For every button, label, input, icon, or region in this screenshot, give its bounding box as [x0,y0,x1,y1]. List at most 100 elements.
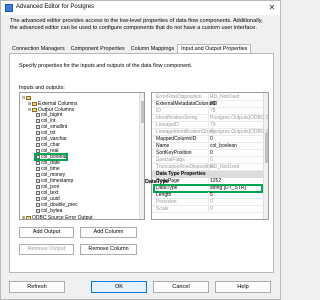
column-icon [36,178,40,183]
property-separator [208,94,209,101]
property-name: IdentificationString [156,115,198,121]
column-icon [36,112,40,117]
tree-item-label: ODBC Source Error Output [32,214,93,220]
column-icon [36,172,40,177]
tab-component-properties[interactable]: Component Properties [68,44,128,53]
property-name: SpecialFlags [156,157,185,163]
column-icon [36,208,40,213]
app-icon [5,4,13,12]
inputs-outputs-tree[interactable]: ⊟ ⊞ External Columns ⊟ Output Columns col_big… [19,92,145,220]
property-value[interactable]: 79 [210,122,216,129]
column-icon [36,142,40,147]
tab-input-and-output-properties[interactable]: Input and Output Properties [177,44,252,53]
property-separator [208,136,209,143]
property-separator [208,143,209,150]
property-value[interactable]: 0 [210,206,213,213]
refresh-button[interactable]: Refresh [9,281,65,293]
property-row[interactable]: SortKeyPosition 0 [152,150,264,157]
property-category[interactable]: Data Type Properties [152,171,264,178]
tab-strip: Connection Managers Component Properties C… [9,44,252,53]
property-separator [208,206,209,213]
property-row[interactable]: IdentificationString Postgres.Outputs[ODB… [152,115,268,122]
property-grid[interactable]: ErrorRowDisposition RD_NotUsed ExternalMet… [151,92,269,220]
property-value[interactable]: Postgres.Outputs[ODBC S [210,115,268,122]
property-separator [208,129,209,136]
property-value[interactable]: RD_NotUsed [210,164,239,171]
inputs-outputs-label: Inputs and outputs: [19,85,65,91]
cancel-button[interactable]: Cancel [153,281,209,293]
window-title: Advanced Editor for Postgres [16,4,95,10]
column-icon [36,118,40,123]
property-value[interactable]: Postgres.Outputs[ODBC S [210,129,268,136]
property-row[interactable]: ErrorRowDisposition RD_NotUsed [152,94,264,101]
column-icon [36,202,40,207]
property-value[interactable]: 5 [210,192,213,199]
tree-scroll-thumb[interactable] [141,101,144,123]
folder-icon [26,215,31,219]
property-name: TruncationRowDisposition [156,164,214,170]
property-name: SortKeyPosition [156,150,192,156]
property-value[interactable]: 78 [210,108,216,115]
property-separator [208,192,209,199]
remove-column-button[interactable]: Remove Column [80,244,137,255]
property-row[interactable]: ID 78 [152,108,264,115]
close-button[interactable]: ✕ [266,3,278,13]
property-separator [208,164,209,171]
property-value[interactable]: 0 [210,199,213,206]
column-icon [36,184,40,189]
property-separator [208,150,209,157]
property-row[interactable]: SpecialFlags 0 [152,157,264,164]
property-name: Scale [156,206,169,212]
folder-icon [26,95,31,100]
help-button[interactable]: Help [215,281,271,293]
panel-description: Specify properties for the inputs and ou… [19,63,193,69]
property-separator [208,115,209,122]
property-description-title: DataType [145,179,169,185]
property-row[interactable]: TruncationRowDisposition RD_NotUsed [152,164,264,171]
property-name: ID [156,108,161,114]
ok-button[interactable]: OK [91,281,147,293]
property-row[interactable]: Length 5 [152,192,264,199]
property-row[interactable]: Scale 0 [152,206,264,213]
property-row[interactable]: LineageIdentificationString Postgres.Outp… [152,129,268,136]
property-name: Length [156,192,172,198]
column-icon [36,160,40,165]
grid-scroll-thumb[interactable] [265,133,268,163]
tree-folder[interactable]: ⊞ ODBC Source Error Output [22,214,93,220]
tab-panel: Specify properties for the inputs and ou… [9,53,274,273]
property-row[interactable]: MappedColumnID 0 [152,136,264,143]
tab-column-mappings[interactable]: Column Mappings [128,44,177,53]
column-icon [36,130,40,135]
property-name: LineageID [156,122,179,128]
property-value[interactable]: 0 [210,157,213,164]
property-value[interactable]: RD_NotUsed [210,94,239,101]
property-name: ErrorRowDisposition [156,94,202,100]
advanced-editor-window: Advanced Editor for Postgres ✕ The advan… [0,0,281,300]
property-value[interactable]: 0 [210,150,213,157]
property-separator [208,101,209,108]
title-bar: Advanced Editor for Postgres ✕ [1,1,280,15]
property-row[interactable]: LineageID 79 [152,122,264,129]
folder-icon [32,101,37,106]
property-row[interactable]: ExternalMetadataColumnID 90 [152,101,264,108]
property-row[interactable]: Name col_boolean [152,143,264,150]
property-value[interactable]: col_boolean [210,143,237,150]
tab-connection-managers[interactable]: Connection Managers [9,44,68,53]
add-column-button[interactable]: Add Column [80,227,137,238]
property-separator [208,108,209,115]
column-icon [36,166,40,171]
tree-scrollbar[interactable] [139,93,144,219]
property-name: Precision [156,199,177,205]
column-icon [36,196,40,201]
column-icon [36,124,40,129]
property-separator [208,122,209,129]
property-value[interactable]: 90 [210,101,216,108]
property-separator [208,157,209,164]
property-row[interactable]: Precision 0 [152,199,264,206]
property-value[interactable]: 0 [210,136,213,143]
column-icon [36,190,40,195]
column-icon [36,136,40,141]
property-name: MappedColumnID [156,136,197,142]
add-output-button[interactable]: Add Output [19,227,74,238]
remove-output-button[interactable]: Remove Output [19,244,74,255]
